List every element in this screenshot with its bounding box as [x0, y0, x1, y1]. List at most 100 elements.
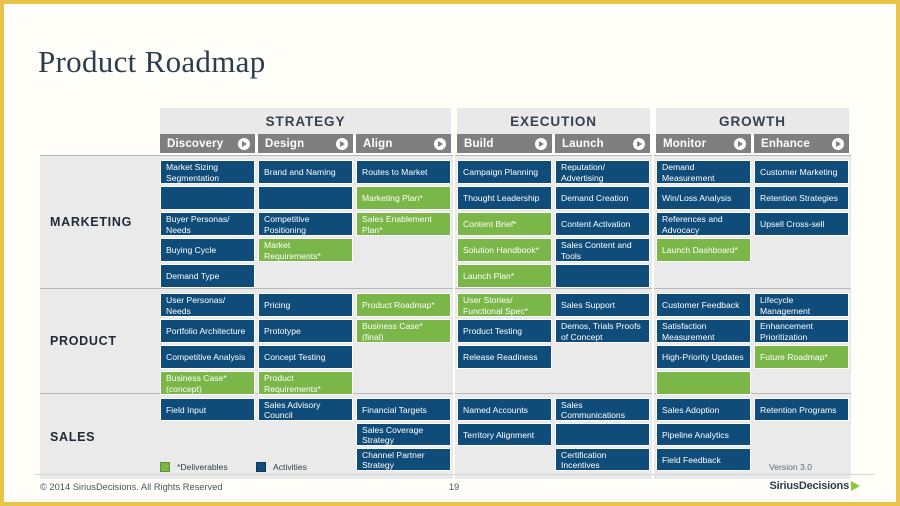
roadmap-item[interactable]: Solution Handbook* — [457, 238, 552, 262]
phase-group-label: EXECUTION — [510, 113, 597, 129]
play-circle-icon — [434, 137, 446, 150]
stage-header-discovery[interactable]: Discovery — [160, 134, 255, 155]
stage-header-enhance[interactable]: Enhance — [754, 134, 849, 155]
roadmap-item[interactable]: Buyer Personas/ Needs — [160, 212, 255, 236]
play-circle-icon — [336, 137, 348, 150]
play-circle-icon — [535, 137, 547, 150]
roadmap-item[interactable]: Field Feedback — [656, 448, 751, 471]
roadmap-item[interactable]: References and Advocacy — [656, 212, 751, 236]
roadmap-item[interactable]: Satisfaction Measurement — [656, 319, 751, 343]
stage-header-build[interactable]: Build — [457, 134, 552, 155]
roadmap-item[interactable]: Named Accounts — [457, 398, 552, 421]
roadmap-item[interactable]: Upsell Cross-sell — [754, 212, 849, 236]
roadmap-item[interactable]: Competitive Analysis — [160, 345, 255, 369]
roadmap-item[interactable]: Release Readiness — [457, 345, 552, 369]
roadmap-item[interactable]: Retention Strategies — [754, 186, 849, 210]
roadmap-item-empty[interactable] — [555, 423, 650, 446]
roadmap-item[interactable]: Win/Loss Analysis — [656, 186, 751, 210]
roadmap-item[interactable]: Product Roadmap* — [356, 293, 451, 317]
stage-header-design[interactable]: Design — [258, 134, 353, 155]
roadmap-item[interactable]: Brand and Naming — [258, 160, 353, 184]
roadmap-item-empty[interactable] — [656, 371, 751, 395]
roadmap-item[interactable]: Buying Cycle — [160, 238, 255, 262]
play-circle-icon — [832, 137, 844, 150]
roadmap-item[interactable]: Market Requirements* — [258, 238, 353, 262]
stage-header-monitor[interactable]: Monitor — [656, 134, 751, 155]
roadmap-item[interactable]: Certification Incentives — [555, 448, 650, 471]
phase-group-label: GROWTH — [719, 113, 786, 129]
roadmap-matrix: STRATEGY EXECUTION GROWTH Discovery Design Al… — [40, 108, 851, 479]
roadmap-item[interactable]: Launch Plan* — [457, 264, 552, 288]
roadmap-item[interactable]: Channel Partner Strategy — [356, 448, 451, 471]
roadmap-item[interactable]: User Stories/ Functional Spec* — [457, 293, 552, 317]
roadmap-item[interactable]: User Personas/ Needs — [160, 293, 255, 317]
row-label-sales: SALES — [40, 393, 158, 479]
stage-label: Build — [464, 137, 494, 150]
stage-header-align[interactable]: Align — [356, 134, 451, 155]
roadmap-item[interactable]: Future Roadmap* — [754, 345, 849, 369]
roadmap-item[interactable]: Marketing Plan* — [356, 186, 451, 210]
roadmap-item[interactable]: Portfolio Architecture — [160, 319, 255, 343]
roadmap-item[interactable]: Content Brief* — [457, 212, 552, 236]
row-label-marketing: MARKETING — [40, 155, 158, 288]
stage-label: Align — [363, 137, 393, 150]
roadmap-item[interactable]: Pipeline Analytics — [656, 423, 751, 446]
page-title: Product Roadmap — [38, 44, 266, 79]
roadmap-item[interactable]: Pricing — [258, 293, 353, 317]
roadmap-item[interactable]: Enhancement Prioritization — [754, 319, 849, 343]
roadmap-item[interactable]: Customer Feedback — [656, 293, 751, 317]
row-label-text: MARKETING — [50, 215, 132, 229]
stage-label: Design — [265, 137, 305, 150]
stage-label: Launch — [562, 137, 604, 150]
stage-label: Discovery — [167, 137, 224, 150]
roadmap-item[interactable]: Lifecycle Management — [754, 293, 849, 317]
roadmap-item[interactable]: Business Case* (final) — [356, 319, 451, 343]
roadmap-item[interactable]: Demos, Trials Proofs of Concept — [555, 319, 650, 343]
footer-divider — [34, 474, 874, 475]
roadmap-item[interactable]: Customer Marketing — [754, 160, 849, 184]
roadmap-item[interactable]: Sales Coverage Strategy — [356, 423, 451, 446]
roadmap-item[interactable]: Retention Programs — [754, 398, 849, 421]
play-circle-icon — [633, 137, 645, 150]
roadmap-item[interactable]: Business Case* (concept) — [160, 371, 255, 395]
roadmap-item[interactable]: Market Sizing Segmentation — [160, 160, 255, 184]
roadmap-item[interactable]: Territory Alignment — [457, 423, 552, 446]
roadmap-item[interactable]: Product Requirements* — [258, 371, 353, 395]
roadmap-item[interactable]: Demand Creation — [555, 186, 650, 210]
roadmap-item[interactable]: Financial Targets — [356, 398, 451, 421]
roadmap-item[interactable]: Sales Content and Tools — [555, 238, 650, 262]
roadmap-item[interactable]: Sales Communications — [555, 398, 650, 421]
row-label-text: SALES — [50, 429, 96, 444]
roadmap-item-empty[interactable] — [258, 186, 353, 210]
roadmap-item[interactable]: Sales Adoption — [656, 398, 751, 421]
roadmap-item-empty[interactable] — [160, 186, 255, 210]
stage-header-launch[interactable]: Launch — [555, 134, 650, 155]
page-number: 19 — [448, 482, 460, 492]
roadmap-item[interactable]: Sales Support — [555, 293, 650, 317]
roadmap-item[interactable]: Reputation/ Advertising — [555, 160, 650, 184]
row-label-text: PRODUCT — [50, 334, 117, 348]
roadmap-item[interactable]: Product Testing — [457, 319, 552, 343]
roadmap-item[interactable]: Field Input — [160, 398, 255, 421]
roadmap-item[interactable]: Sales Enablement Plan* — [356, 212, 451, 236]
phase-group-growth: GROWTH — [656, 108, 849, 134]
version-label: Version 3.0 — [769, 462, 812, 472]
roadmap-item[interactable]: Launch Dashboard* — [656, 238, 751, 262]
roadmap-item[interactable]: High-Priority Updates — [656, 345, 751, 369]
siriusdecisions-logo: SiriusDecisions — [769, 480, 860, 492]
roadmap-item[interactable]: Prototype — [258, 319, 353, 343]
roadmap-item[interactable]: Content Activation — [555, 212, 650, 236]
roadmap-item[interactable]: Concept Testing — [258, 345, 353, 369]
roadmap-item[interactable]: Competitive Positioning — [258, 212, 353, 236]
roadmap-item-empty[interactable] — [555, 264, 650, 288]
roadmap-item[interactable]: Routes to Market — [356, 160, 451, 184]
phase-group-strategy: STRATEGY — [160, 108, 451, 134]
roadmap-item[interactable]: Demand Type — [160, 264, 255, 288]
roadmap-item[interactable]: Thought Leadership — [457, 186, 552, 210]
roadmap-item[interactable]: Demand Measurement — [656, 160, 751, 184]
roadmap-item[interactable]: Sales Advisory Council — [258, 398, 353, 421]
stage-label: Monitor — [663, 137, 707, 150]
logo-text: SiriusDecisions — [769, 480, 849, 492]
stage-label: Enhance — [761, 137, 810, 150]
roadmap-item[interactable]: Campaign Planning — [457, 160, 552, 184]
